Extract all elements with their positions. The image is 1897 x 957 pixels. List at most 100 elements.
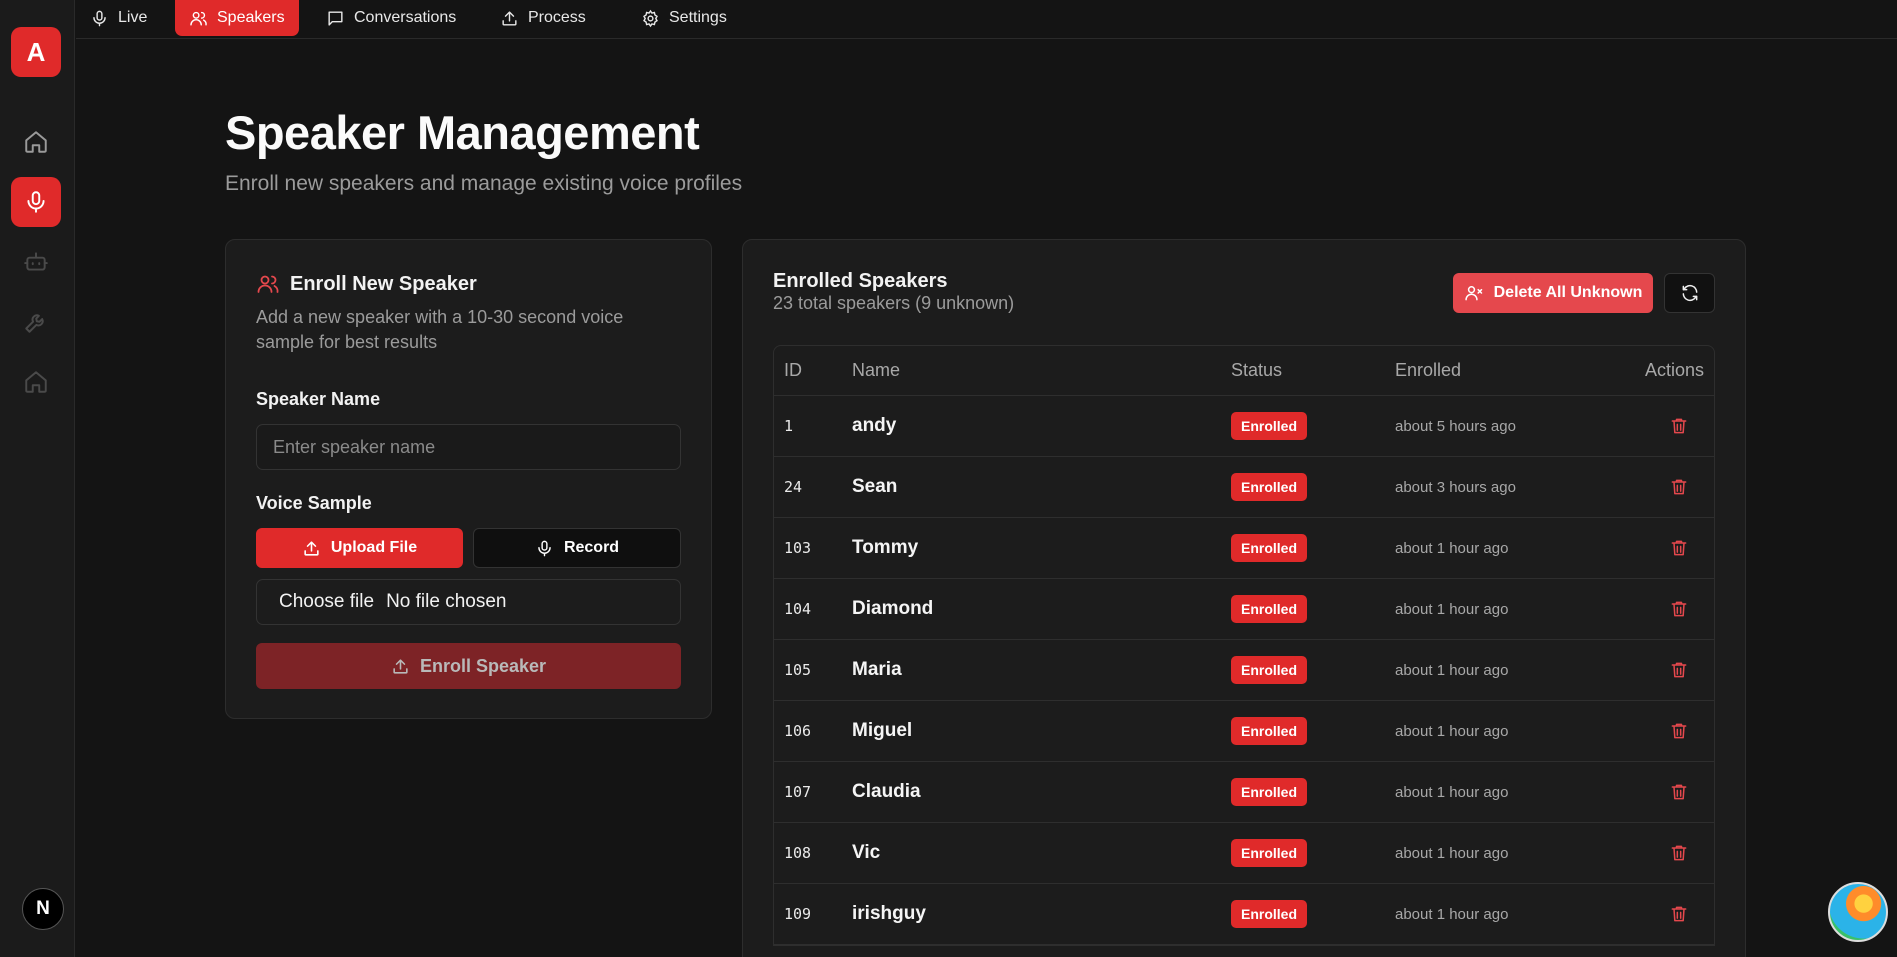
delete-speaker-icon[interactable] [1669, 660, 1689, 680]
column-id: ID [784, 360, 802, 380]
home-icon [25, 131, 47, 153]
status-cell: Enrolled [1231, 900, 1308, 928]
enrolled-time: about 1 hour ago [1395, 600, 1509, 618]
speaker-name: irishguy [852, 903, 926, 924]
table-row: 108 Vic Enrolled about 1 hour ago [774, 823, 1714, 884]
mic-icon [27, 191, 45, 213]
sidebar-item-live[interactable] [11, 177, 61, 227]
speaker-id: 105 [784, 661, 812, 679]
status-badge: Enrolled [1231, 839, 1308, 867]
user-x-icon [1464, 286, 1482, 301]
voice-sample-label: Voice Sample [256, 493, 372, 513]
upload-icon [502, 10, 517, 26]
mic-icon [538, 540, 551, 556]
table-row: 104 Diamond Enrolled about 1 hour ago [774, 579, 1714, 640]
delete-speaker-icon[interactable] [1669, 538, 1689, 558]
framework-badge[interactable]: N [22, 888, 64, 930]
upload-file-button[interactable]: Upload File [256, 528, 463, 568]
sidebar: A N [0, 0, 75, 957]
speaker-id: 1 [784, 417, 794, 435]
speaker-id: 107 [784, 783, 812, 801]
speakers-table: ID Name Status Enrolled Actions 1 andy Enr… [773, 345, 1715, 946]
speaker-name: Maria [852, 659, 902, 680]
speaker-id: 109 [784, 905, 812, 923]
page-subtitle: Enroll new speakers and manage existing … [225, 172, 743, 195]
delete-speaker-icon[interactable] [1669, 904, 1689, 924]
table-row: 24 Sean Enrolled about 3 hours ago [774, 457, 1714, 518]
speaker-id: 104 [784, 600, 812, 618]
table-row: 109 irishguy Enrolled about 1 hour ago [774, 884, 1714, 945]
speaker-name: Claudia [852, 781, 921, 802]
enrolled-time: about 5 hours ago [1395, 417, 1516, 435]
upload-icon [393, 658, 408, 674]
enrolled-time: about 1 hour ago [1395, 661, 1509, 679]
speaker-count: 23 total speakers (9 unknown) [773, 293, 1015, 313]
enrolled-speakers-card: Enrolled Speakers 23 total speakers (9 u… [742, 239, 1746, 957]
status-badge: Enrolled [1231, 412, 1308, 440]
record-button[interactable]: Record [473, 528, 681, 568]
speaker-id: 24 [784, 478, 803, 496]
sidebar-item-tools[interactable] [11, 297, 61, 347]
enroll-description: Add a new speaker with a 10-30 second vo… [256, 307, 624, 352]
status-cell: Enrolled [1231, 656, 1308, 684]
tab-live[interactable]: Live [76, 0, 161, 36]
speaker-name: andy [852, 415, 897, 436]
enrolled-time: about 1 hour ago [1395, 539, 1509, 557]
enroll-speaker-button[interactable]: Enroll Speaker [256, 643, 681, 689]
refresh-button[interactable] [1664, 273, 1715, 313]
column-enrolled: Enrolled [1395, 360, 1462, 380]
sidebar-item-home-2[interactable] [11, 357, 61, 407]
delete-speaker-icon[interactable] [1669, 782, 1689, 802]
status-badge: Enrolled [1231, 534, 1308, 562]
page-title: Speaker Management [225, 106, 700, 159]
app-logo[interactable]: A [11, 27, 61, 77]
tab-settings[interactable]: Settings [627, 0, 741, 36]
sidebar-item-home[interactable] [11, 117, 61, 167]
assistant-avatar[interactable] [1828, 882, 1888, 942]
speaker-name: Miguel [852, 720, 913, 741]
tab-conversations[interactable]: Conversations [312, 0, 470, 36]
status-cell: Enrolled [1231, 473, 1308, 501]
enrolled-speakers-title: Enrolled Speakers [773, 270, 948, 292]
delete-speaker-icon[interactable] [1669, 721, 1689, 741]
delete-all-unknown-button[interactable]: Delete All Unknown [1453, 273, 1653, 313]
table-body: 1 andy Enrolled about 5 hours ago 24 Sean Enro… [774, 396, 1714, 945]
tab-label: Conversations [354, 9, 457, 26]
status-badge: Enrolled [1231, 900, 1308, 928]
speaker-id: 108 [784, 844, 812, 862]
status-cell: Enrolled [1231, 778, 1308, 806]
tab-speakers[interactable]: Speakers [175, 0, 299, 36]
table-header: ID Name Status Enrolled Actions [774, 346, 1714, 396]
no-file-text: No file chosen [386, 591, 507, 612]
delete-speaker-icon[interactable] [1669, 416, 1689, 436]
mic-icon [93, 10, 106, 26]
column-actions: Actions [1644, 360, 1704, 380]
tab-label: Speakers [217, 9, 285, 26]
enroll-speaker-label: Enroll Speaker [419, 655, 547, 676]
tab-label: Live [118, 9, 148, 26]
top-nav: Live Speakers Conversations Process Sett… [76, 0, 1897, 39]
sidebar-item-bot[interactable] [11, 237, 61, 287]
delete-speaker-icon[interactable] [1669, 477, 1689, 497]
gear-icon [643, 9, 658, 27]
tab-process[interactable]: Process [486, 0, 600, 36]
table-row: 103 Tommy Enrolled about 1 hour ago [774, 518, 1714, 579]
refresh-icon [1682, 284, 1697, 302]
choose-file-button[interactable]: Choose file [279, 591, 374, 613]
delete-speaker-icon[interactable] [1669, 599, 1689, 619]
table-row: 105 Maria Enrolled about 1 hour ago [774, 640, 1714, 701]
status-badge: Enrolled [1231, 656, 1308, 684]
enrolled-time: about 1 hour ago [1395, 905, 1509, 923]
file-input[interactable]: Choose file No file chosen [256, 579, 681, 625]
speaker-name: Diamond [852, 598, 934, 619]
enrolled-time: about 1 hour ago [1395, 722, 1509, 740]
speaker-name-input[interactable]: Enter speaker name [256, 424, 681, 470]
status-badge: Enrolled [1231, 473, 1308, 501]
speaker-id: 106 [784, 722, 812, 740]
enroll-title: Enroll New Speaker [290, 272, 477, 295]
enrolled-time: about 1 hour ago [1395, 844, 1509, 862]
tab-label: Process [528, 9, 586, 26]
chat-icon [328, 10, 343, 26]
bot-icon [24, 252, 48, 271]
delete-speaker-icon[interactable] [1669, 843, 1689, 863]
